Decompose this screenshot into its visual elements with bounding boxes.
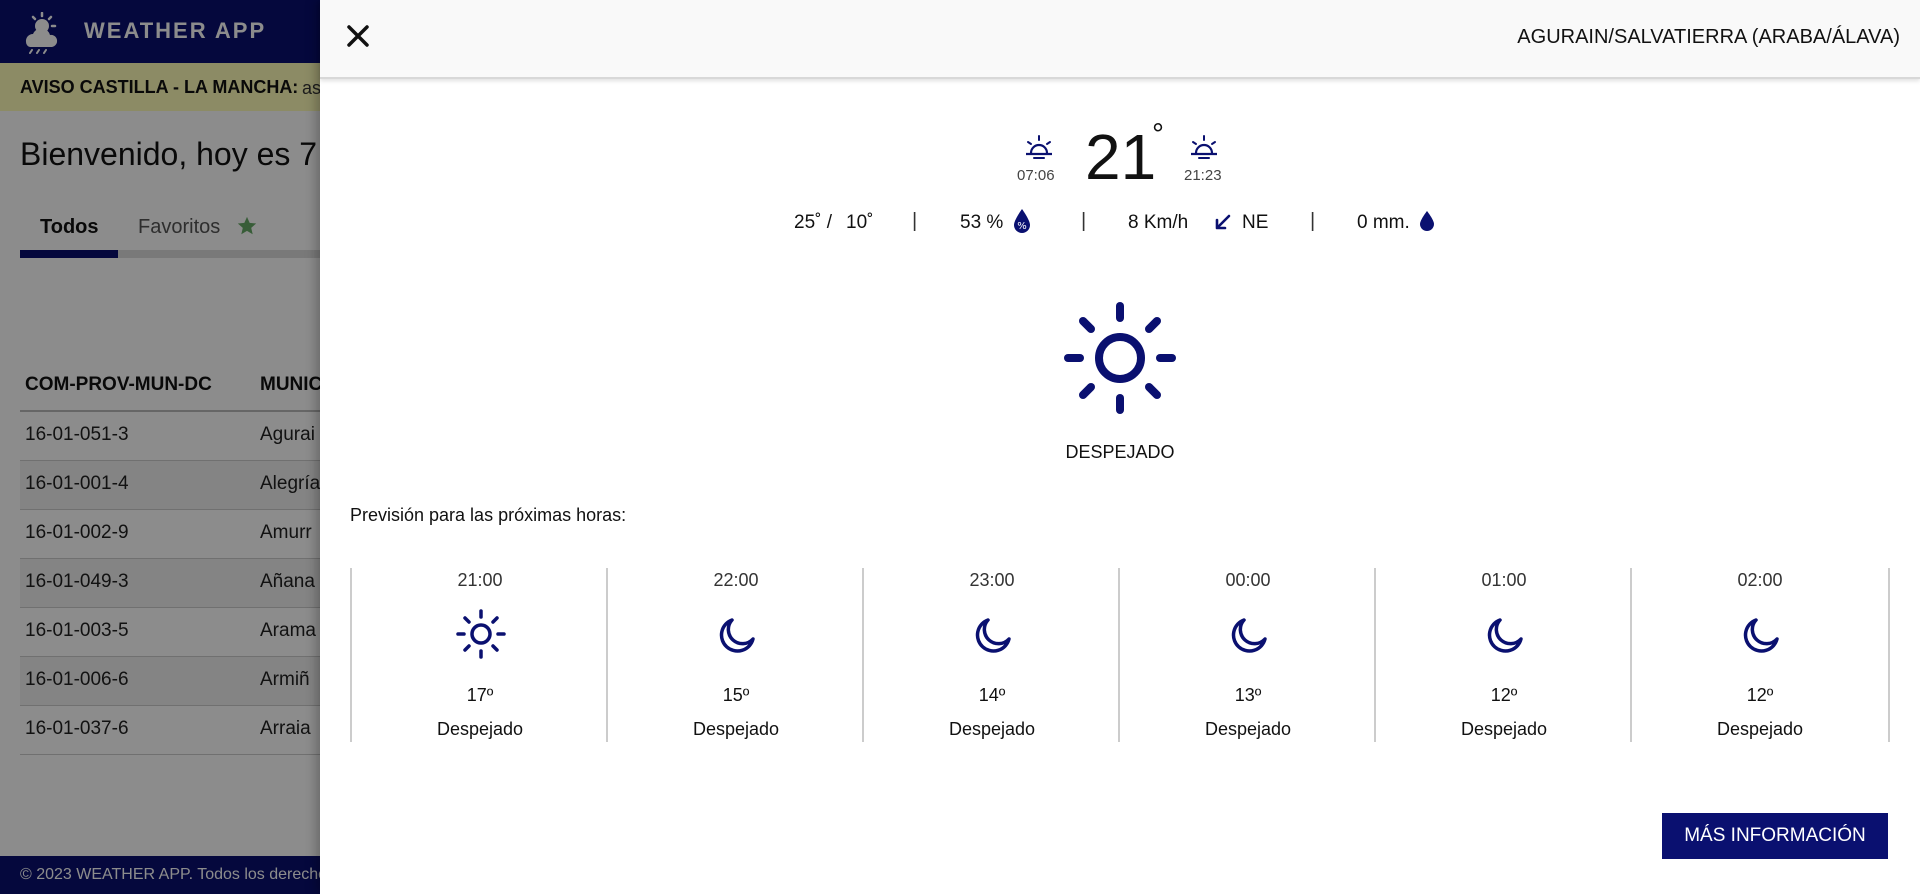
forecast-time: 23:00: [969, 570, 1015, 590]
forecast-hour-card: 23:00 14º Despejado: [862, 568, 1120, 742]
hourly-forecast: 21:00 17º Despejado 22:00 15º Despejado: [350, 568, 1890, 742]
forecast-temp: 13º: [1234, 685, 1262, 705]
forecast-desc: Despejado: [1204, 719, 1292, 739]
stat-separator: |: [912, 210, 918, 232]
forecast-desc: Despejado: [948, 719, 1036, 739]
forecast-temp: 15º: [722, 685, 750, 705]
forecast-hour-card: 21:00 17º Despejado: [350, 568, 608, 742]
sunrise-time: 07:06: [1017, 167, 1055, 184]
stat-separator: |: [1081, 210, 1087, 232]
weather-condition: DESPEJADO: [1065, 442, 1175, 462]
min-temperature: 10˚: [846, 212, 874, 233]
precipitation-value: 0 mm.: [1357, 212, 1410, 233]
panel-header: AGURAIN/SALVATIERRA (ARABA/ÁLAVA): [320, 0, 1920, 79]
rain-drop-icon: [1420, 211, 1434, 231]
moon-icon: [1743, 618, 1779, 653]
sunset-icon: [1191, 135, 1217, 159]
weather-detail-panel: AGURAIN/SALVATIERRA (ARABA/ÁLAVA) 07:06 …: [320, 0, 1920, 894]
moon-icon: [1231, 618, 1267, 653]
forecast-time: 22:00: [713, 570, 759, 590]
weather-stats: 25˚ / 10˚ | 53 % | 8 Km/h NE | 0 mm.: [320, 208, 1920, 238]
current-temperature: 21: [1085, 121, 1157, 193]
sun-icon: [456, 609, 506, 659]
forecast-time: 01:00: [1481, 570, 1527, 590]
modal-overlay[interactable]: [0, 0, 320, 894]
moon-icon: [975, 618, 1011, 653]
wind-arrow-icon: [1215, 214, 1231, 230]
more-info-button[interactable]: MÁS INFORMACIÓN: [1662, 813, 1888, 859]
degree-symbol: °: [1152, 118, 1164, 151]
forecast-hour-card: 01:00 12º Despejado: [1374, 568, 1632, 742]
forecast-desc: Despejado: [436, 719, 524, 739]
wind-direction: NE: [1242, 212, 1269, 233]
forecast-hour-card: 00:00 13º Despejado: [1118, 568, 1376, 742]
moon-icon: [719, 618, 755, 653]
sunrise-icon: [1026, 135, 1052, 159]
svg-text:%: %: [1017, 221, 1027, 232]
forecast-temp: 12º: [1490, 685, 1518, 705]
forecast-temp: 14º: [978, 685, 1006, 705]
forecast-desc: Despejado: [692, 719, 780, 739]
forecast-time: 21:00: [457, 570, 503, 590]
humidity-drop-icon: %: [1014, 209, 1030, 233]
forecast-desc: Despejado: [1716, 719, 1804, 739]
forecast-time: 02:00: [1737, 570, 1783, 590]
forecast-temp: 17º: [466, 685, 494, 705]
forecast-desc: Despejado: [1460, 719, 1548, 739]
sunset-time: 21:23: [1184, 167, 1222, 184]
moon-icon: [1487, 618, 1523, 653]
location-title: AGURAIN/SALVATIERRA (ARABA/ÁLAVA): [1517, 26, 1900, 48]
forecast-hour-card: 22:00 15º Despejado: [606, 568, 864, 742]
wind-speed: 8 Km/h: [1128, 212, 1189, 233]
close-icon[interactable]: [346, 24, 370, 48]
forecast-temp: 12º: [1746, 685, 1774, 705]
max-temperature: 25˚ /: [794, 212, 833, 233]
stat-separator: |: [1310, 210, 1316, 232]
humidity-value: 53 %: [960, 212, 1004, 233]
forecast-heading: Previsión para las próximas horas:: [350, 505, 627, 525]
forecast-time: 00:00: [1225, 570, 1271, 590]
clear-sky-sun-icon: [1064, 302, 1176, 414]
forecast-hour-card: 02:00 12º Despejado: [1630, 568, 1890, 742]
